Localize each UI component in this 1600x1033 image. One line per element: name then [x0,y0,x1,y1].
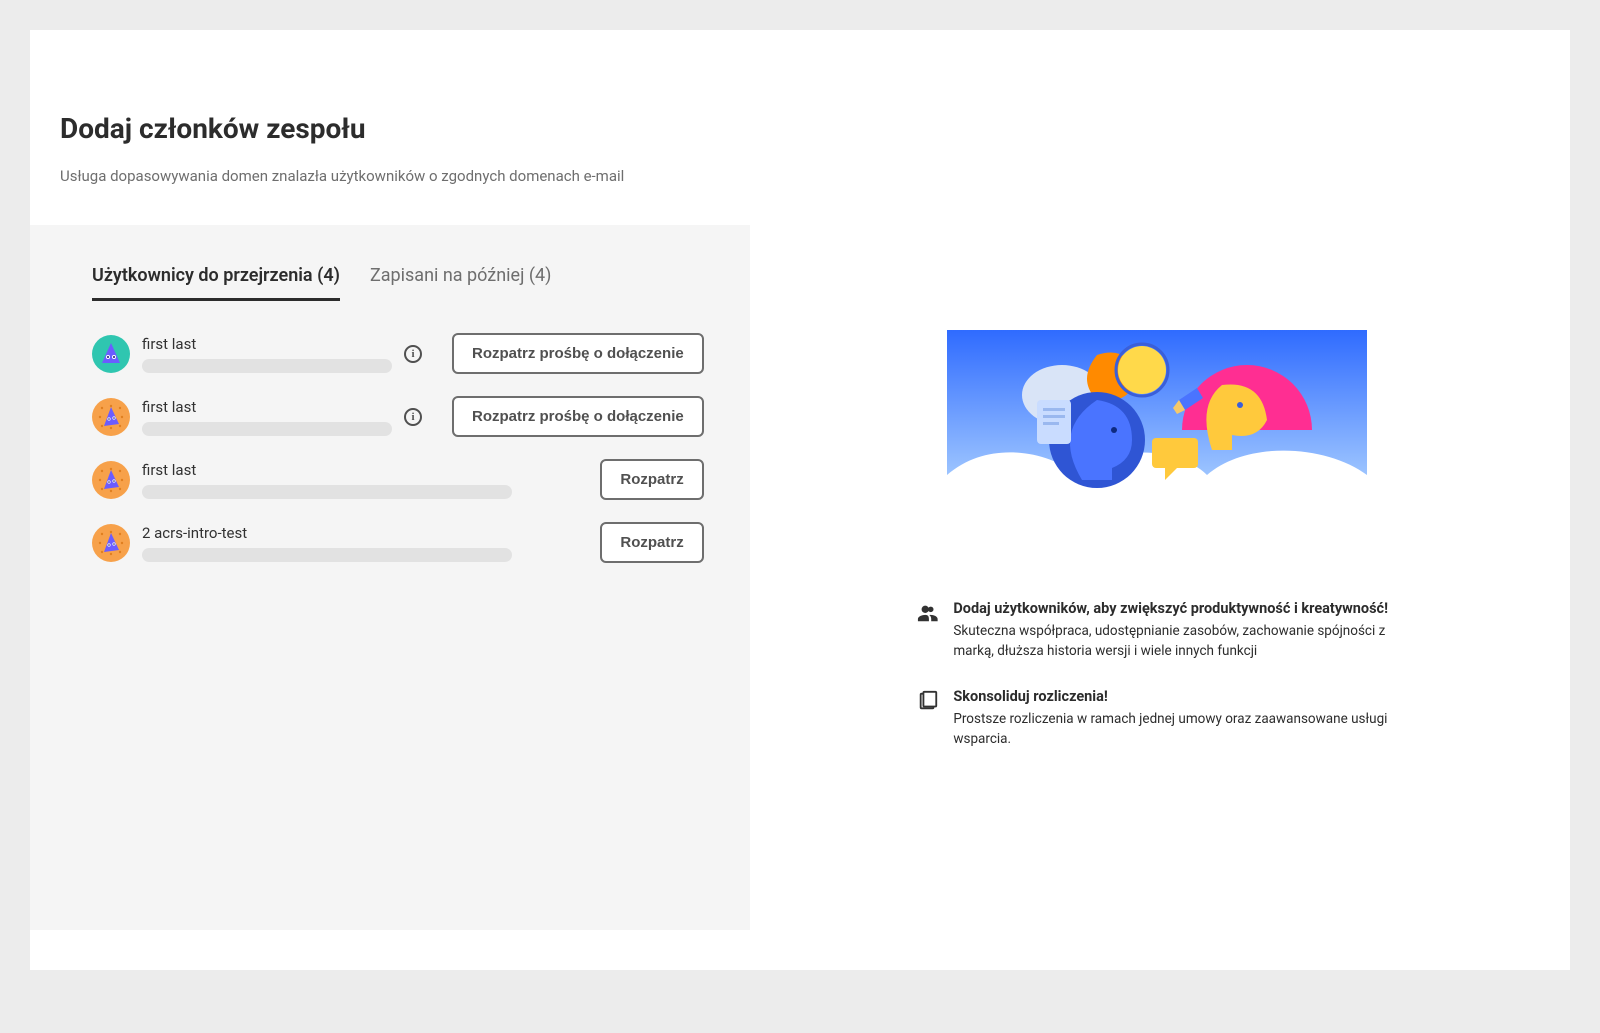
user-name: first last [142,398,392,416]
user-email-placeholder [142,548,512,562]
user-name: first last [142,461,512,479]
info-icon[interactable]: i [404,345,422,363]
avatar [92,335,130,373]
user-row: first last Rozpatrz [92,459,704,500]
info-icon[interactable]: i [404,408,422,426]
user-row: first last i Rozpatrz prośbę o dołączeni… [92,333,704,374]
review-button[interactable]: Rozpatrz prośbę o dołączenie [452,333,704,374]
sidebar-promo: Dodaj użytkowników, aby zwiększyć produk… [784,235,1570,775]
tab-review[interactable]: Użytkownicy do przejrzenia (4) [92,265,340,301]
tab-saved[interactable]: Zapisani na później (4) [370,265,552,301]
review-button[interactable]: Rozpatrz prośbę o dołączenie [452,396,704,437]
avatar [92,461,130,499]
billing-icon [917,690,939,750]
people-icon [917,602,939,662]
user-name: 2 acrs-intro-test [142,524,512,542]
avatar [92,524,130,562]
promo-illustration [947,330,1367,510]
user-email-placeholder [142,422,392,436]
benefit-item: Dodaj użytkowników, aby zwiększyć produk… [917,600,1397,662]
user-email-placeholder [142,359,392,373]
benefit-desc: Prostsze rozliczenia w ramach jednej umo… [953,709,1397,750]
page-title: Dodaj członków zespołu [60,112,1540,145]
user-list: first last i Rozpatrz prośbę o dołączeni… [92,333,704,563]
user-name: first last [142,335,392,353]
page-subtitle: Usługa dopasowywania domen znalazła użyt… [60,167,1540,185]
benefit-title: Skonsoliduj rozliczenia! [953,688,1397,705]
benefit-item: Skonsoliduj rozliczenia! Prostsze rozlic… [917,688,1397,750]
avatar [92,398,130,436]
tabs: Użytkownicy do przejrzenia (4) Zapisani … [92,265,704,301]
review-button[interactable]: Rozpatrz [600,459,703,500]
user-row: first last i Rozpatrz prośbę o dołączeni… [92,396,704,437]
user-email-placeholder [142,485,512,499]
user-row: 2 acrs-intro-test Rozpatrz [92,522,704,563]
benefit-title: Dodaj użytkowników, aby zwiększyć produk… [953,600,1397,617]
benefit-desc: Skuteczna współpraca, udostępnianie zaso… [953,621,1397,662]
review-button[interactable]: Rozpatrz [600,522,703,563]
